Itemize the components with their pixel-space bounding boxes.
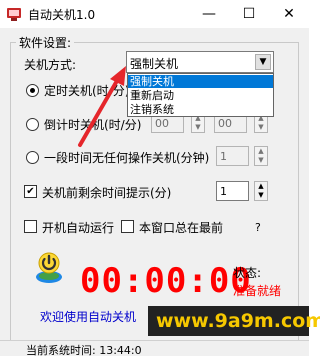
timed-shutdown-radio[interactable]	[26, 84, 39, 97]
app-icon	[7, 8, 21, 21]
topmost-label: 本窗口总在最前	[139, 221, 224, 235]
help-icon[interactable]: ?	[255, 221, 261, 234]
watermark: www.9a9m.com	[148, 306, 320, 336]
reminder-minutes-spinner[interactable]: ▲ ▼	[254, 181, 268, 201]
idle-shutdown-label: 一段时间无任何操作关机(分钟)	[44, 151, 210, 165]
shutdown-method-label: 关机方式:	[24, 58, 77, 72]
autostart-checkbox[interactable]	[24, 220, 37, 233]
shutdown-method-dropdown[interactable]: 强制关机 重新启动 注销系统	[127, 73, 274, 117]
timed-shutdown-label: 定时关机(时/分)	[44, 84, 130, 98]
autostart-label: 开机自动运行	[42, 221, 115, 235]
reminder-minutes-input[interactable]: 1	[216, 181, 249, 201]
shutdown-method-value: 强制关机	[130, 57, 179, 71]
countdown-display: 00:00:00	[80, 261, 252, 301]
window-title: 自动关机1.0	[28, 8, 96, 22]
reminder-checkbox[interactable]: ✔	[24, 185, 37, 198]
system-time-text: 当前系统时间: 13:44:0	[26, 344, 142, 356]
status-value: 准备就绪	[233, 284, 282, 298]
shutdown-method-select[interactable]: 强制关机 ▼	[126, 51, 274, 73]
dropdown-option[interactable]: 注销系统	[128, 103, 273, 116]
title-bar: 自动关机1.0 — ☐ ✕	[0, 0, 309, 28]
idle-minutes-input[interactable]: 1	[216, 146, 249, 166]
idle-minutes-spinner[interactable]: ▲ ▼	[254, 146, 268, 166]
settings-group-label: 软件设置:	[16, 34, 75, 51]
chevron-down-icon[interactable]: ▼	[255, 54, 271, 70]
close-button[interactable]: ✕	[269, 0, 309, 28]
status-bar: 当前系统时间: 13:44:0	[0, 340, 309, 356]
welcome-text: 欢迎使用自动关机	[40, 310, 137, 324]
countdown-shutdown-label: 倒计时关机(时/分)	[44, 118, 142, 132]
close-icon: ✕	[283, 6, 295, 22]
status-label: 状态:	[233, 266, 262, 280]
countdown-shutdown-radio[interactable]	[26, 118, 39, 131]
idle-shutdown-radio[interactable]	[26, 151, 39, 164]
minimize-icon: —	[202, 6, 216, 22]
topmost-checkbox[interactable]	[121, 220, 134, 233]
maximize-icon: ☐	[242, 6, 256, 22]
reminder-label: 关机前剩余时间提示(分)	[42, 186, 172, 200]
dropdown-option[interactable]: 重新启动	[128, 89, 273, 102]
power-icon	[36, 252, 62, 283]
minimize-button[interactable]: —	[189, 0, 229, 28]
maximize-button[interactable]: ☐	[229, 0, 269, 28]
dropdown-option[interactable]: 强制关机	[128, 75, 273, 88]
